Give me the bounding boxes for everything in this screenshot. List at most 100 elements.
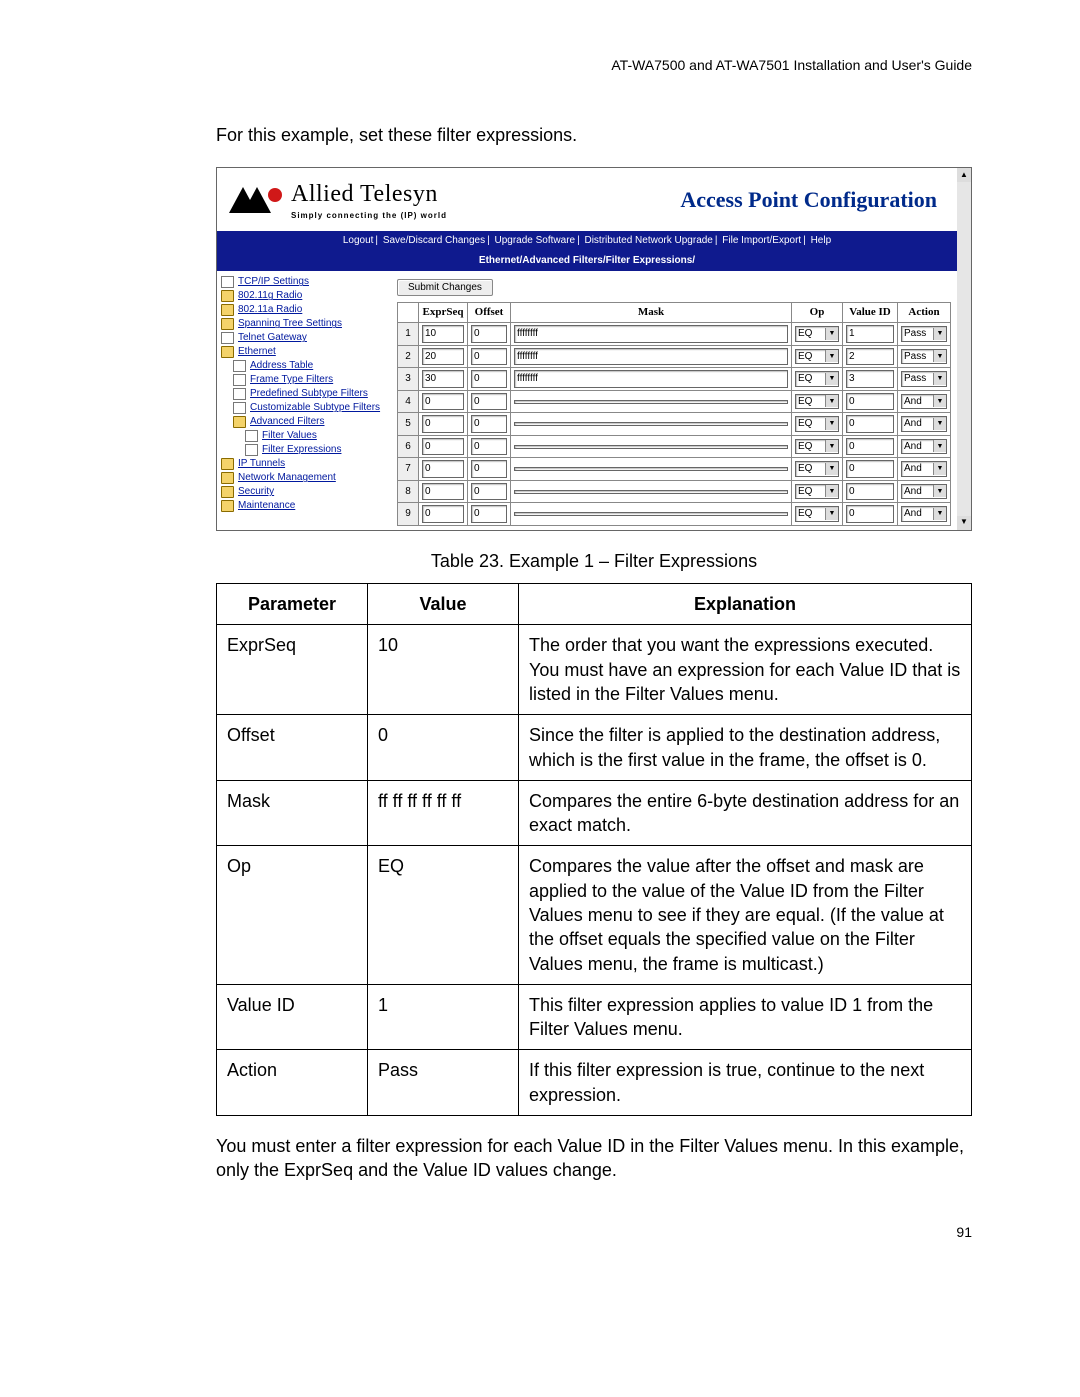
action-select[interactable]: Pass▼ xyxy=(901,326,947,342)
chevron-down-icon: ▼ xyxy=(825,440,838,452)
op-select[interactable]: EQ▼ xyxy=(795,349,839,365)
value-id-input[interactable]: 2 xyxy=(846,348,894,366)
exprseq-input[interactable]: 0 xyxy=(422,460,464,478)
value-id-input[interactable]: 0 xyxy=(846,415,894,433)
value-id-input[interactable]: 0 xyxy=(846,483,894,501)
sidebar-item-label: Security xyxy=(238,485,274,499)
sidebar-item[interactable]: Ethernet xyxy=(221,345,391,359)
mask-input[interactable]: ffffffff xyxy=(514,370,788,388)
action-select[interactable]: And▼ xyxy=(901,416,947,432)
action-select[interactable]: And▼ xyxy=(901,506,947,522)
value-id-input[interactable]: 0 xyxy=(846,460,894,478)
submit-changes-button[interactable]: Submit Changes xyxy=(397,279,493,296)
sidebar-item[interactable]: 802.11a Radio xyxy=(221,303,391,317)
brand-tagline: Simply connecting the (IP) world xyxy=(291,211,447,222)
col-header: Explanation xyxy=(519,584,972,625)
offset-input[interactable]: 0 xyxy=(471,438,507,456)
scroll-up-icon[interactable]: ▲ xyxy=(957,168,971,182)
offset-input[interactable]: 0 xyxy=(471,483,507,501)
brand-name: Allied Telesyn xyxy=(291,181,438,207)
op-select[interactable]: EQ▼ xyxy=(795,371,839,387)
mask-input[interactable] xyxy=(514,490,788,494)
action-select[interactable]: Pass▼ xyxy=(901,349,947,365)
nav-link[interactable]: Upgrade Software xyxy=(494,235,575,246)
action-select[interactable]: And▼ xyxy=(901,461,947,477)
folder-icon xyxy=(221,304,234,316)
table-cell: ff ff ff ff ff ff xyxy=(368,780,519,846)
table-cell: Action xyxy=(217,1050,368,1116)
mask-input[interactable] xyxy=(514,400,788,404)
nav-link[interactable]: File Import/Export xyxy=(722,235,801,246)
mask-input[interactable] xyxy=(514,422,788,426)
exprseq-input[interactable]: 30 xyxy=(422,370,464,388)
sidebar-item[interactable]: Frame Type Filters xyxy=(221,373,391,387)
nav-link[interactable]: Logout xyxy=(343,235,374,246)
action-select[interactable]: Pass▼ xyxy=(901,371,947,387)
exprseq-input[interactable]: 0 xyxy=(422,393,464,411)
op-select[interactable]: EQ▼ xyxy=(795,506,839,522)
value-id-input[interactable]: 0 xyxy=(846,438,894,456)
sidebar-item[interactable]: TCP/IP Settings xyxy=(221,275,391,289)
op-select[interactable]: EQ▼ xyxy=(795,439,839,455)
mask-input[interactable] xyxy=(514,467,788,471)
mask-input[interactable]: ffffffff xyxy=(514,348,788,366)
page-icon xyxy=(233,360,246,372)
nav-link[interactable]: Distributed Network Upgrade xyxy=(584,235,712,246)
sidebar-item[interactable]: 802.11g Radio xyxy=(221,289,391,303)
exprseq-input[interactable]: 0 xyxy=(422,483,464,501)
page-icon xyxy=(245,444,258,456)
table-row: OpEQCompares the value after the offset … xyxy=(217,846,972,984)
sidebar-item[interactable]: Maintenance xyxy=(221,499,391,513)
offset-input[interactable]: 0 xyxy=(471,505,507,523)
offset-input[interactable]: 0 xyxy=(471,393,507,411)
mask-input[interactable] xyxy=(514,445,788,449)
sidebar-item[interactable]: Security xyxy=(221,485,391,499)
op-select[interactable]: EQ▼ xyxy=(795,484,839,500)
op-select[interactable]: EQ▼ xyxy=(795,416,839,432)
chevron-down-icon: ▼ xyxy=(933,485,946,497)
value-id-input[interactable]: 0 xyxy=(846,505,894,523)
folder-icon xyxy=(221,472,234,484)
offset-input[interactable]: 0 xyxy=(471,460,507,478)
exprseq-input[interactable]: 0 xyxy=(422,415,464,433)
sidebar-item[interactable]: Address Table xyxy=(221,359,391,373)
breadcrumb: Ethernet/Advanced Filters/Filter Express… xyxy=(217,251,957,272)
nav-link[interactable]: Help xyxy=(811,235,832,246)
sidebar-item[interactable]: Filter Expressions xyxy=(221,443,391,457)
sidebar-item-label: 802.11a Radio xyxy=(238,303,302,317)
sidebar-item[interactable]: Customizable Subtype Filters xyxy=(221,401,391,415)
action-select[interactable]: And▼ xyxy=(901,484,947,500)
sidebar-item-label: 802.11g Radio xyxy=(238,289,302,303)
mask-input[interactable]: ffffffff xyxy=(514,325,788,343)
action-select[interactable]: And▼ xyxy=(901,439,947,455)
op-select[interactable]: EQ▼ xyxy=(795,461,839,477)
sidebar-item[interactable]: IP Tunnels xyxy=(221,457,391,471)
op-select[interactable]: EQ▼ xyxy=(795,326,839,342)
offset-input[interactable]: 0 xyxy=(471,415,507,433)
value-id-input[interactable]: 3 xyxy=(846,370,894,388)
op-select[interactable]: EQ▼ xyxy=(795,394,839,410)
mask-input[interactable] xyxy=(514,512,788,516)
sidebar-item[interactable]: Predefined Subtype Filters xyxy=(221,387,391,401)
scroll-down-icon[interactable]: ▼ xyxy=(957,516,971,530)
sidebar-item[interactable]: Telnet Gateway xyxy=(221,331,391,345)
nav-link[interactable]: Save/Discard Changes xyxy=(383,235,485,246)
screenshot-scrollbar[interactable]: ▲ ▼ xyxy=(957,168,971,530)
sidebar-item[interactable]: Network Management xyxy=(221,471,391,485)
exprseq-input[interactable]: 0 xyxy=(422,505,464,523)
exprseq-input[interactable]: 0 xyxy=(422,438,464,456)
sidebar-item[interactable]: Spanning Tree Settings xyxy=(221,317,391,331)
offset-input[interactable]: 0 xyxy=(471,348,507,366)
offset-input[interactable]: 0 xyxy=(471,325,507,343)
offset-input[interactable]: 0 xyxy=(471,370,507,388)
sidebar-item[interactable]: Advanced Filters xyxy=(221,415,391,429)
exprseq-input[interactable]: 20 xyxy=(422,348,464,366)
sidebar-item[interactable]: Filter Values xyxy=(221,429,391,443)
value-id-input[interactable]: 1 xyxy=(846,325,894,343)
chevron-down-icon: ▼ xyxy=(825,350,838,362)
action-select[interactable]: And▼ xyxy=(901,394,947,410)
exprseq-input[interactable]: 10 xyxy=(422,325,464,343)
row-index: 9 xyxy=(398,503,419,526)
table-cell: 1 xyxy=(368,984,519,1050)
value-id-input[interactable]: 0 xyxy=(846,393,894,411)
